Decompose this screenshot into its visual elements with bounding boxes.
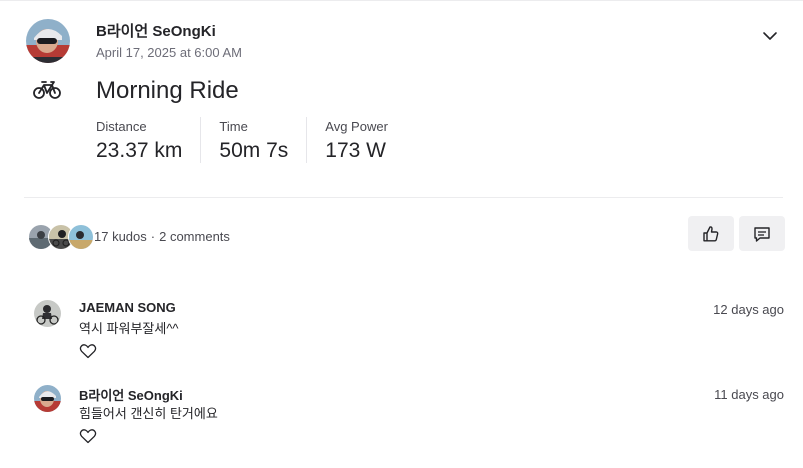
comment-count[interactable]: 2 comments	[159, 229, 230, 244]
athlete-avatar[interactable]	[26, 19, 70, 63]
comment-timestamp: 11 days ago	[714, 387, 784, 402]
comment-text: 역시 파워부잘세^^	[79, 321, 179, 336]
comment-author[interactable]: JAEMAN SONG	[79, 300, 176, 315]
comment-icon	[754, 226, 770, 242]
section-divider	[24, 197, 783, 198]
comment-author[interactable]: B라이언 SeOngKi	[79, 385, 183, 404]
stat-distance: Distance 23.37 km	[96, 117, 202, 163]
comment-item: B라이언 SeOngKi 힘들어서 갠신히 탄거에요 11 days ago	[0, 385, 803, 455]
activity-card: B라이언 SeOngKi April 17, 2025 at 6:00 AM M…	[0, 0, 803, 468]
stat-label: Time	[219, 119, 248, 134]
heart-icon[interactable]	[79, 428, 97, 444]
avatar[interactable]	[34, 300, 61, 327]
add-comment-button[interactable]	[739, 216, 785, 251]
top-divider	[0, 0, 803, 1]
separator: ·	[150, 229, 156, 244]
give-kudos-button[interactable]	[688, 216, 734, 251]
stat-label: Avg Power	[325, 119, 388, 134]
kudos-count[interactable]: 17 kudos	[94, 229, 147, 244]
stat-value: 50m 7s	[219, 139, 289, 162]
stat-value: 23.37 km	[96, 139, 183, 162]
heart-icon[interactable]	[79, 343, 97, 359]
stat-label: Distance	[96, 119, 147, 134]
stat-value: 173 W	[325, 139, 386, 162]
avatar[interactable]	[34, 385, 61, 412]
comment-item: JAEMAN SONG 역시 파워부잘세^^ 12 days ago	[0, 300, 803, 370]
chevron-down-icon[interactable]	[760, 28, 780, 44]
stat-avg-power: Avg Power 173 W	[325, 117, 406, 163]
activity-title[interactable]: Morning Ride	[96, 77, 239, 105]
comment-timestamp: 12 days ago	[713, 302, 784, 317]
thumbs-up-icon	[703, 225, 719, 241]
stat-time: Time 50m 7s	[219, 117, 308, 163]
avatar	[68, 224, 94, 250]
kudos-avatars[interactable]	[28, 224, 94, 250]
activity-date: April 17, 2025 at 6:00 AM	[96, 45, 242, 60]
kudos-summary[interactable]: 17 kudos · 2 comments	[94, 229, 230, 244]
bike-icon	[33, 80, 61, 100]
activity-stats: Distance 23.37 km Time 50m 7s Avg Power …	[96, 117, 424, 163]
comment-text: 힘들어서 갠신히 탄거에요	[79, 406, 218, 421]
athlete-name[interactable]: B라이언 SeOngKi	[96, 20, 216, 41]
